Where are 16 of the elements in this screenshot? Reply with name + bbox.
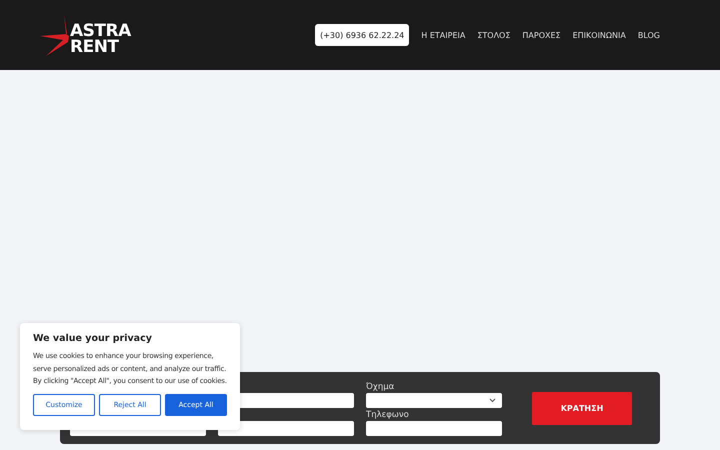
logo-text[interactable]: RENT (70, 39, 131, 55)
logo-text[interactable]: ASTRA (70, 23, 131, 39)
field-label: Όχημα (366, 381, 396, 393)
input-field[interactable] (366, 421, 502, 436)
field-label: Τηλεφωνο (366, 409, 410, 421)
nav-link[interactable]: ΠΑΡΟΧΕΣ (522, 30, 561, 40)
input-field[interactable] (218, 421, 354, 436)
nav-link[interactable]: Η ΕΤΑΙΡΕΙΑ (421, 30, 466, 40)
nav-link[interactable]: BLOG (638, 30, 660, 40)
cookie-title: We value your privacy (33, 333, 153, 344)
phone-button[interactable]: (+30) 6936 62.22.24 (315, 24, 410, 46)
vehicle-dropdown[interactable] (366, 393, 502, 408)
nav-link[interactable]: ΕΠΙΚΟΙΝΩΝΙΑ (572, 30, 626, 40)
chevron-down-icon (489, 398, 496, 403)
nav-link[interactable]: ΣΤΟΛΟΣ (477, 30, 510, 40)
booking-button[interactable]: ΚΡΑΤΗΣΗ (532, 392, 632, 424)
